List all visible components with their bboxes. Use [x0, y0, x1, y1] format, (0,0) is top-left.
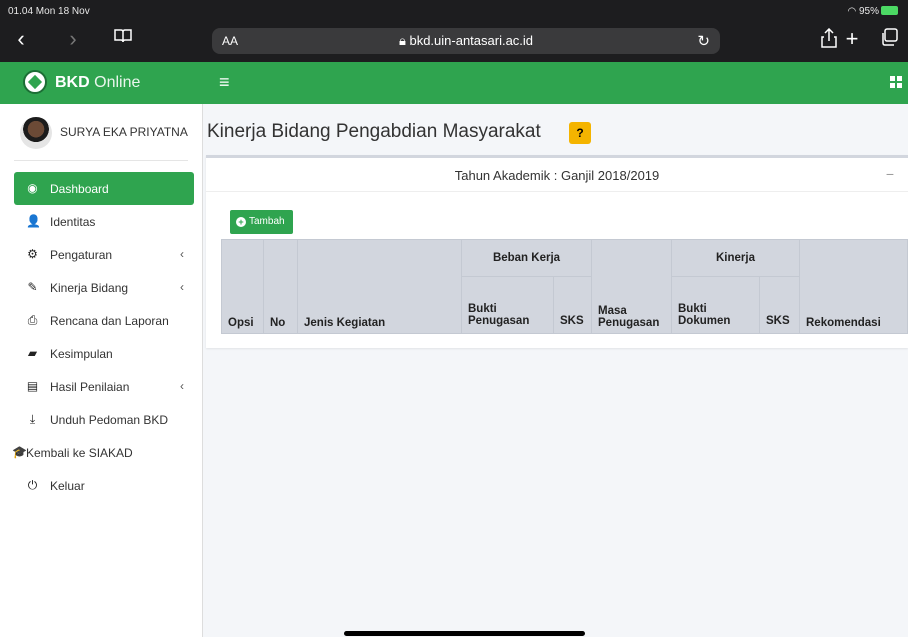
activity-table: Opsi No Jenis Kegiatan Beban Kerja Masa …: [221, 239, 908, 334]
sidebar-item-label: Unduh Pedoman BKD: [50, 413, 169, 427]
col-sks-beban: SKS: [553, 276, 592, 334]
logo-icon: [23, 70, 47, 94]
brand-name: BKD Online: [55, 74, 141, 91]
gear-icon: ⚙: [27, 247, 38, 261]
sidebar-item-kembali-ke-siakad[interactable]: 🎓 Kembali ke SIAKAD: [12, 436, 194, 469]
url-text: bkd.uin-antasari.ac.id: [409, 33, 534, 48]
sidebar-item-keluar[interactable]: ⏻ Keluar: [14, 469, 194, 502]
print-icon: ⎙: [27, 313, 38, 327]
col-no: No: [263, 239, 298, 334]
chevron-left-icon: ‹: [180, 379, 184, 393]
sidebar-item-label: Rencana dan Laporan: [50, 314, 169, 328]
reload-icon[interactable]: ↻: [697, 32, 710, 50]
download-icon: ⤓: [29, 412, 36, 426]
hamburger-icon[interactable]: ≡: [219, 72, 230, 93]
browser-chrome: 01.04 Mon 18 Nov ◠ 95% ‹ › AA 🔒︎ bkd.uin…: [0, 0, 908, 62]
chevron-left-icon[interactable]: ‹: [10, 28, 32, 50]
sidebar-item-kesimpulan[interactable]: ▰ Kesimpulan: [14, 337, 194, 370]
help-button[interactable]: ?: [569, 122, 591, 144]
plus-icon[interactable]: +: [841, 28, 863, 50]
sidebar-item-identitas[interactable]: 👤 Identitas: [14, 205, 194, 238]
power-icon: ⏻: [27, 478, 38, 492]
add-button-label: Tambah: [249, 216, 285, 227]
address-bar[interactable]: AA 🔒︎ bkd.uin-antasari.ac.id ↻: [212, 28, 720, 54]
home-indicator: [344, 631, 585, 636]
battery-icon: [881, 6, 898, 15]
sidebar-item-rencana-dan-laporan[interactable]: ⎙ Rencana dan Laporan: [14, 304, 194, 337]
sidebar-item-label: Identitas: [50, 215, 96, 229]
share-icon[interactable]: [818, 27, 840, 50]
edit-icon: ✎: [27, 280, 38, 294]
add-button[interactable]: + Tambah: [230, 210, 293, 234]
sidebar: SURYA EKA PRIYATNA ◉ Dashboard 👤 Identitas ⚙…: [0, 104, 203, 637]
sidebar-item-label: Kinerja Bidang: [50, 281, 129, 295]
col-opsi: Opsi: [221, 239, 264, 334]
divider: [14, 160, 188, 161]
battery-indicator: ◠ 95%: [847, 6, 898, 17]
file-icon: ▤: [26, 379, 39, 393]
lock-icon: 🔒︎: [398, 33, 410, 48]
sidebar-item-kinerja-bidang[interactable]: ✎ Kinerja Bidang ‹: [14, 271, 194, 304]
sidebar-item-label: Pengaturan: [50, 248, 113, 262]
user-icon: 👤: [26, 214, 41, 228]
sidebar-item-dashboard[interactable]: ◉ Dashboard: [14, 172, 194, 205]
sidebar-item-label: Kembali ke SIAKAD: [26, 446, 133, 460]
col-masa-penugasan: Masa Penugasan: [591, 239, 672, 334]
col-sks-kinerja: SKS: [759, 276, 800, 334]
collapse-button[interactable]: −: [886, 166, 894, 182]
col-jenis-kegiatan: Jenis Kegiatan: [297, 239, 462, 334]
book-icon: ▰: [27, 346, 38, 360]
group-beban-kerja: Beban Kerja: [461, 239, 592, 277]
dashboard-icon: ◉: [27, 181, 38, 195]
avatar: [20, 117, 52, 149]
wifi-icon: ◠: [847, 6, 859, 17]
sidebar-item-label: Keluar: [50, 479, 85, 493]
graduation-cap-icon: 🎓: [12, 445, 27, 459]
user-name: SURYA EKA PRIYATNA: [60, 125, 188, 139]
battery-percent: 95%: [858, 6, 879, 17]
brand-logo-area[interactable]: BKD Online: [0, 62, 203, 104]
sidebar-menu: ◉ Dashboard 👤 Identitas ⚙ Pengaturan ‹ ✎ Kinerja…: [12, 172, 194, 502]
col-bukti-dokumen: Bukti Dokumen: [671, 276, 760, 334]
card-header: Tahun Akademik : Ganjil 2018/2019 −: [206, 158, 908, 192]
top-navbar: ≡: [203, 62, 908, 104]
sidebar-item-label: Dashboard: [50, 182, 109, 196]
col-bukti-penugasan: Bukti Penugasan: [461, 276, 554, 334]
status-time: 01.04 Mon 18 Nov: [8, 6, 90, 17]
content-card: Tahun Akademik : Ganjil 2018/2019 − + Tam…: [206, 155, 908, 348]
sidebar-item-unduh-pedoman-bkd[interactable]: ⤓ Unduh Pedoman BKD: [14, 403, 194, 436]
user-panel: SURYA EKA PRIYATNA: [20, 116, 196, 152]
chevron-left-icon: ‹: [180, 247, 184, 261]
card-title: Tahun Akademik : Ganjil 2018/2019: [454, 168, 660, 183]
sidebar-item-label: Hasil Penilaian: [50, 380, 130, 394]
book-icon[interactable]: [112, 28, 134, 50]
tabs-icon[interactable]: [878, 28, 900, 50]
status-bar: 01.04 Mon 18 Nov ◠ 95%: [8, 6, 898, 20]
chevron-left-icon: ‹: [180, 280, 184, 294]
col-rekomendasi: Rekomendasi: [799, 239, 908, 334]
plus-circle-icon: +: [236, 217, 246, 227]
grid-icon[interactable]: [890, 76, 902, 88]
chevron-right-icon[interactable]: ›: [62, 28, 84, 50]
sidebar-item-label: Kesimpulan: [50, 347, 113, 361]
sidebar-item-pengaturan[interactable]: ⚙ Pengaturan ‹: [14, 238, 194, 271]
page-title: Kinerja Bidang Pengabdian Masyarakat: [207, 121, 541, 142]
sidebar-item-hasil-penilaian[interactable]: ▤ Hasil Penilaian ‹: [14, 370, 194, 403]
group-kinerja: Kinerja: [671, 239, 800, 277]
